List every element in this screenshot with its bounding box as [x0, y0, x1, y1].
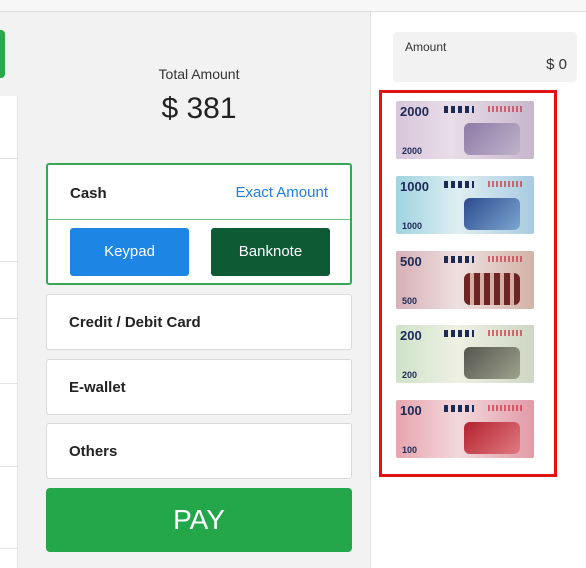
credit-debit-card-label: Credit / Debit Card — [69, 314, 201, 331]
banknote-button[interactable]: Banknote — [211, 228, 330, 276]
divider — [0, 548, 18, 549]
banknote-1000[interactable]: 1000 1000 — [396, 176, 534, 234]
banknote-serial — [488, 256, 524, 262]
cash-divider — [48, 219, 350, 220]
banknote-serial — [488, 181, 524, 187]
banknote-selection-frame: 2000 2000 1000 1000 500 500 200 200 100 … — [379, 90, 557, 477]
credit-debit-card-option[interactable]: Credit / Debit Card — [46, 294, 352, 350]
others-label: Others — [69, 443, 118, 460]
total-amount-value: $ 381 — [161, 92, 237, 125]
divider — [0, 383, 18, 384]
banknote-denomination: 2000 — [400, 104, 429, 119]
banknote-denomination-small: 500 — [402, 296, 418, 306]
banknote-illustration — [464, 273, 520, 305]
banknote-pattern — [444, 106, 474, 113]
banknote-serial — [488, 330, 524, 336]
banknote-denomination: 200 — [400, 328, 422, 343]
divider — [0, 158, 18, 159]
left-order-panel — [0, 96, 18, 568]
cash-label: Cash — [70, 185, 107, 202]
banknote-pattern — [444, 181, 474, 188]
banknote-denomination-small: 200 — [402, 370, 418, 380]
amount-display: Amount $ 0 — [393, 32, 577, 82]
cash-payment-option[interactable]: Cash Exact Amount Keypad Banknote — [46, 163, 352, 285]
ewallet-label: E-wallet — [69, 379, 126, 396]
banknote-denomination: 1000 — [400, 179, 429, 194]
banknote-illustration — [464, 347, 520, 379]
banknote-denomination-small: 1000 — [402, 221, 423, 231]
banknote-pattern — [444, 405, 474, 412]
banknote-denomination-small: 100 — [402, 445, 418, 455]
banknote-denomination: 500 — [400, 254, 422, 269]
divider — [0, 318, 18, 319]
keypad-button[interactable]: Keypad — [70, 228, 189, 276]
banknote-2000[interactable]: 2000 2000 — [396, 101, 534, 159]
banknote-denomination-small: 2000 — [402, 146, 423, 156]
banknote-pattern — [444, 330, 474, 337]
amount-value: $ 0 — [546, 56, 567, 73]
banknote-500[interactable]: 500 500 — [396, 251, 534, 309]
others-option[interactable]: Others — [46, 423, 352, 479]
banknote-100[interactable]: 100 100 — [396, 400, 534, 458]
banknote-serial — [488, 106, 524, 112]
ewallet-option[interactable]: E-wallet — [46, 359, 352, 415]
divider — [0, 261, 18, 262]
banknote-pattern — [444, 256, 474, 263]
total-amount-label: Total Amount — [158, 66, 240, 82]
banknote-illustration — [464, 198, 520, 230]
banknote-200[interactable]: 200 200 — [396, 325, 534, 383]
banknote-panel: Amount $ 0 2000 2000 1000 1000 500 500 2… — [370, 12, 586, 568]
banknote-serial — [488, 405, 524, 411]
banknote-denomination: 100 — [400, 403, 422, 418]
banknote-illustration — [464, 123, 520, 155]
green-tab-indicator[interactable] — [0, 30, 5, 78]
payment-panel: Total Amount $ 381 — [18, 12, 370, 568]
top-bar — [0, 0, 586, 12]
pay-button[interactable]: PAY — [46, 488, 352, 552]
divider — [0, 466, 18, 467]
banknote-illustration — [464, 422, 520, 454]
amount-label: Amount — [405, 40, 447, 54]
exact-amount-link[interactable]: Exact Amount — [235, 184, 328, 201]
